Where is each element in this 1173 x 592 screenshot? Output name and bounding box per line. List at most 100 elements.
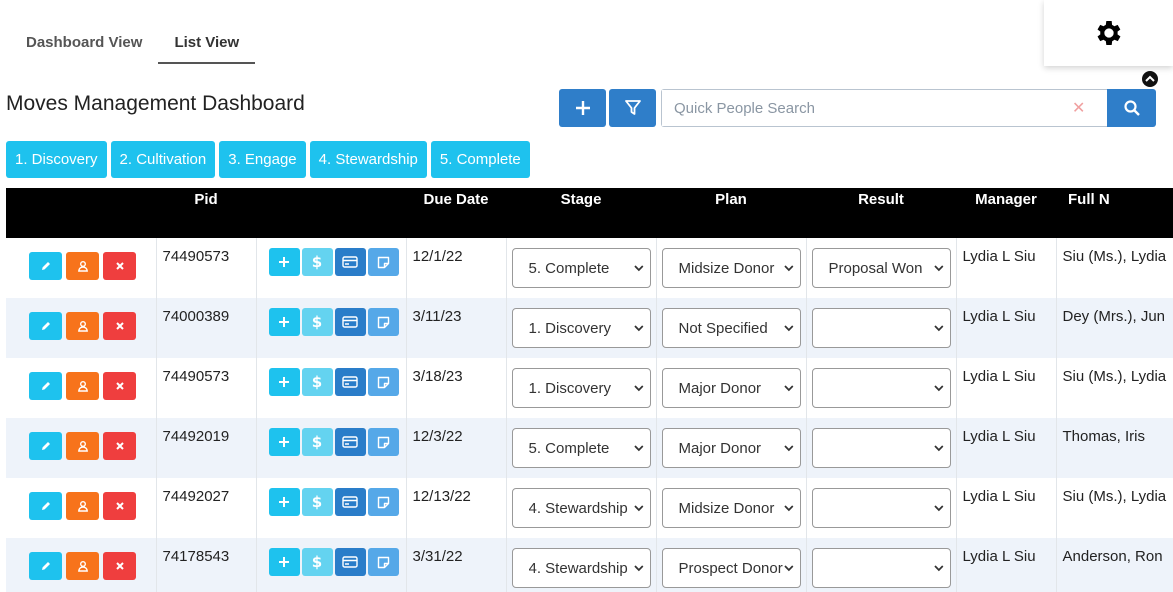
result-select[interactable]: Proposal Won <box>811 248 951 288</box>
stage-cell: 4. Stewardship <box>506 478 657 538</box>
edit-button[interactable] <box>29 432 62 460</box>
delete-button[interactable] <box>103 492 136 520</box>
plan-select[interactable]: Major Donor <box>661 368 801 408</box>
user-profile-button[interactable] <box>66 432 99 460</box>
gift-button[interactable]: $ <box>301 488 333 516</box>
close-icon[interactable]: ✕ <box>1072 98 1085 118</box>
delete-button[interactable] <box>103 372 136 400</box>
result-select[interactable] <box>811 488 951 528</box>
note-button[interactable] <box>367 548 399 576</box>
collapse-button[interactable] <box>1142 71 1158 87</box>
add-move-button[interactable] <box>268 308 300 336</box>
payment-card-button[interactable] <box>334 488 366 516</box>
gift-button[interactable]: $ <box>301 248 333 276</box>
stage-select-value: 1. Discovery <box>528 319 612 337</box>
plan-cell: Major Donor <box>656 358 807 418</box>
stage-select[interactable]: 1. Discovery <box>511 368 651 408</box>
stage-select[interactable]: 1. Discovery <box>511 308 651 348</box>
plan-cell: Not Specified <box>656 298 807 358</box>
gift-button[interactable]: $ <box>301 428 333 456</box>
tab-list-view[interactable]: List View <box>158 0 256 64</box>
tab-dashboard-view[interactable]: Dashboard View <box>10 0 158 64</box>
gift-button[interactable]: $ <box>301 368 333 396</box>
settings-button[interactable] <box>1044 0 1173 66</box>
payment-card-button[interactable] <box>334 548 366 576</box>
chevron-down-icon <box>784 445 794 452</box>
plus-icon <box>279 497 289 507</box>
column-header-result[interactable]: Result <box>806 188 956 238</box>
user-profile-button[interactable] <box>66 312 99 340</box>
column-header-due-date[interactable]: Due Date <box>406 188 506 238</box>
gift-button[interactable]: $ <box>301 308 333 336</box>
moves-table-container[interactable]: Pid Due Date Stage Plan Result Manager F… <box>6 188 1173 592</box>
plus-icon <box>279 317 289 327</box>
dollar-icon: $ <box>312 494 322 510</box>
user-profile-button[interactable] <box>66 492 99 520</box>
add-button[interactable] <box>559 89 606 127</box>
stage-cell: 1. Discovery <box>506 358 657 418</box>
stage-select[interactable]: 4. Stewardship <box>511 488 651 528</box>
user-profile-button[interactable] <box>66 252 99 280</box>
delete-button[interactable] <box>103 312 136 340</box>
delete-button[interactable] <box>103 252 136 280</box>
plan-select[interactable]: Midsize Donor <box>661 248 801 288</box>
manager-cell: Lydia L Siu <box>956 478 1057 538</box>
add-move-button[interactable] <box>268 488 300 516</box>
column-header-pid[interactable]: Pid <box>156 188 256 238</box>
result-select[interactable] <box>811 368 951 408</box>
edit-button[interactable] <box>29 552 62 580</box>
sticky-note-icon <box>377 436 389 448</box>
edit-button[interactable] <box>29 372 62 400</box>
plan-select[interactable]: Major Donor <box>661 428 801 468</box>
add-move-button[interactable] <box>268 248 300 276</box>
stage-select[interactable]: 5. Complete <box>511 428 651 468</box>
note-button[interactable] <box>367 428 399 456</box>
note-button[interactable] <box>367 248 399 276</box>
search-input[interactable] <box>662 90 1062 126</box>
stage-filter-engage[interactable]: 3. Engage <box>219 141 306 178</box>
quick-search-box: ✕ <box>661 89 1107 127</box>
row-actions-cell <box>6 538 157 592</box>
user-profile-button[interactable] <box>66 552 99 580</box>
edit-button[interactable] <box>29 252 62 280</box>
result-select[interactable] <box>811 428 951 468</box>
add-move-button[interactable] <box>268 428 300 456</box>
user-profile-button[interactable] <box>66 372 99 400</box>
payment-card-button[interactable] <box>334 248 366 276</box>
stage-select[interactable]: 4. Stewardship <box>511 548 651 588</box>
plan-select[interactable]: Midsize Donor <box>661 488 801 528</box>
result-cell <box>806 538 957 592</box>
edit-button[interactable] <box>29 492 62 520</box>
edit-button[interactable] <box>29 312 62 340</box>
stage-filter-complete[interactable]: 5. Complete <box>430 141 530 178</box>
column-header-stage[interactable]: Stage <box>506 188 656 238</box>
payment-card-button[interactable] <box>334 308 366 336</box>
result-select[interactable] <box>811 308 951 348</box>
gift-button[interactable]: $ <box>301 548 333 576</box>
delete-button[interactable] <box>103 552 136 580</box>
stage-select[interactable]: 5. Complete <box>511 248 651 288</box>
stage-filter-discovery[interactable]: 1. Discovery <box>6 141 107 178</box>
column-header-plan[interactable]: Plan <box>656 188 806 238</box>
note-button[interactable] <box>367 368 399 396</box>
payment-card-button[interactable] <box>334 428 366 456</box>
search-button[interactable] <box>1107 89 1156 127</box>
filter-button[interactable] <box>609 89 656 127</box>
credit-card-icon <box>342 496 358 508</box>
column-header-manager[interactable]: Manager <box>956 188 1056 238</box>
plan-select[interactable]: Not Specified <box>661 308 801 348</box>
payment-card-button[interactable] <box>334 368 366 396</box>
column-header-full-name[interactable]: Full N <box>1056 188 1173 238</box>
result-select[interactable] <box>811 548 951 588</box>
stage-filter-cultivation[interactable]: 2. Cultivation <box>110 141 216 178</box>
plan-select[interactable]: Prospect Donor <box>661 548 801 588</box>
note-button[interactable] <box>367 308 399 336</box>
full-name-cell: Siu (Ms.), Lydia <box>1056 478 1173 538</box>
add-move-button[interactable] <box>268 548 300 576</box>
user-icon <box>77 501 88 512</box>
delete-button[interactable] <box>103 432 136 460</box>
stage-filter-stewardship[interactable]: 4. Stewardship <box>309 141 427 178</box>
add-move-button[interactable] <box>268 368 300 396</box>
svg-text:$: $ <box>312 314 322 330</box>
note-button[interactable] <box>367 488 399 516</box>
